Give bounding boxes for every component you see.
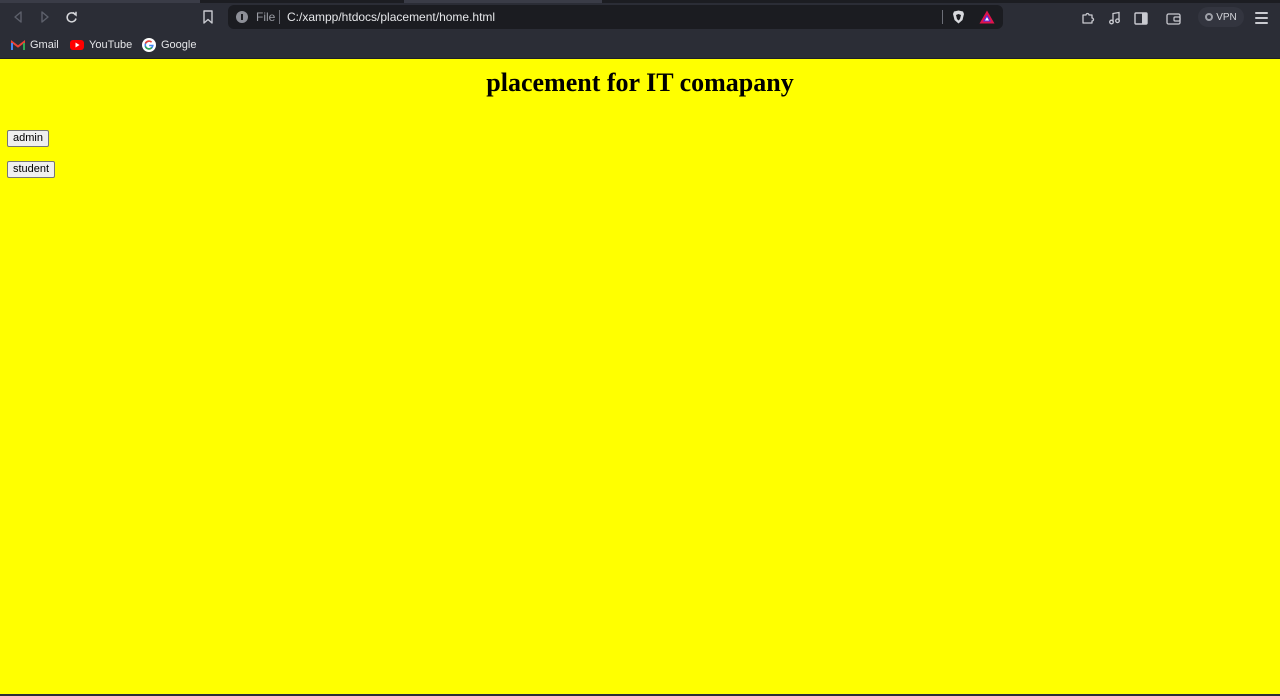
bookmarks-bar: Gmail YouTube Google	[0, 32, 1280, 59]
bookmark-icon[interactable]	[201, 9, 215, 25]
reload-icon[interactable]	[61, 8, 81, 26]
page-content: placement for IT comapany admin student	[0, 59, 1280, 694]
bookmark-label: YouTube	[89, 39, 133, 51]
info-icon[interactable]	[236, 11, 248, 23]
url-scheme-label: File	[256, 10, 276, 24]
bookmark-gmail[interactable]: Gmail	[11, 36, 59, 54]
vpn-label: VPN	[1216, 11, 1237, 23]
page-title: placement for IT comapany	[486, 68, 794, 97]
hamburger-menu-icon[interactable]	[1255, 12, 1268, 24]
sidebar-icon[interactable]	[1133, 10, 1149, 26]
url-separator	[279, 10, 280, 24]
puzzle-icon[interactable]	[1080, 10, 1096, 26]
vpn-status-icon	[1205, 13, 1214, 21]
bookmark-label: Google	[161, 39, 197, 51]
google-icon	[142, 38, 156, 52]
browser-toolbar: File C:/xampp/htdocs/placement/home.html…	[0, 3, 1280, 32]
admin-button[interactable]: admin	[7, 130, 49, 147]
forward-arrow-icon[interactable]	[35, 8, 55, 26]
bookmark-google[interactable]: Google	[142, 36, 196, 54]
back-arrow-icon[interactable]	[8, 8, 28, 26]
youtube-icon	[70, 39, 84, 51]
brave-rewards-icon[interactable]	[979, 10, 995, 24]
bookmark-youtube[interactable]: YouTube	[70, 36, 132, 54]
student-button[interactable]: student	[7, 161, 56, 178]
url-divider	[942, 10, 943, 24]
url-text[interactable]: C:/xampp/htdocs/placement/home.html	[287, 9, 495, 25]
vpn-button[interactable]: VPN	[1198, 7, 1244, 27]
wallet-icon[interactable]	[1165, 10, 1181, 26]
music-note-icon[interactable]	[1107, 10, 1123, 26]
brave-shield-icon[interactable]	[952, 10, 965, 24]
gmail-icon	[11, 39, 25, 51]
bookmark-label: Gmail	[30, 39, 59, 51]
address-bar[interactable]: File C:/xampp/htdocs/placement/home.html	[228, 5, 1003, 29]
